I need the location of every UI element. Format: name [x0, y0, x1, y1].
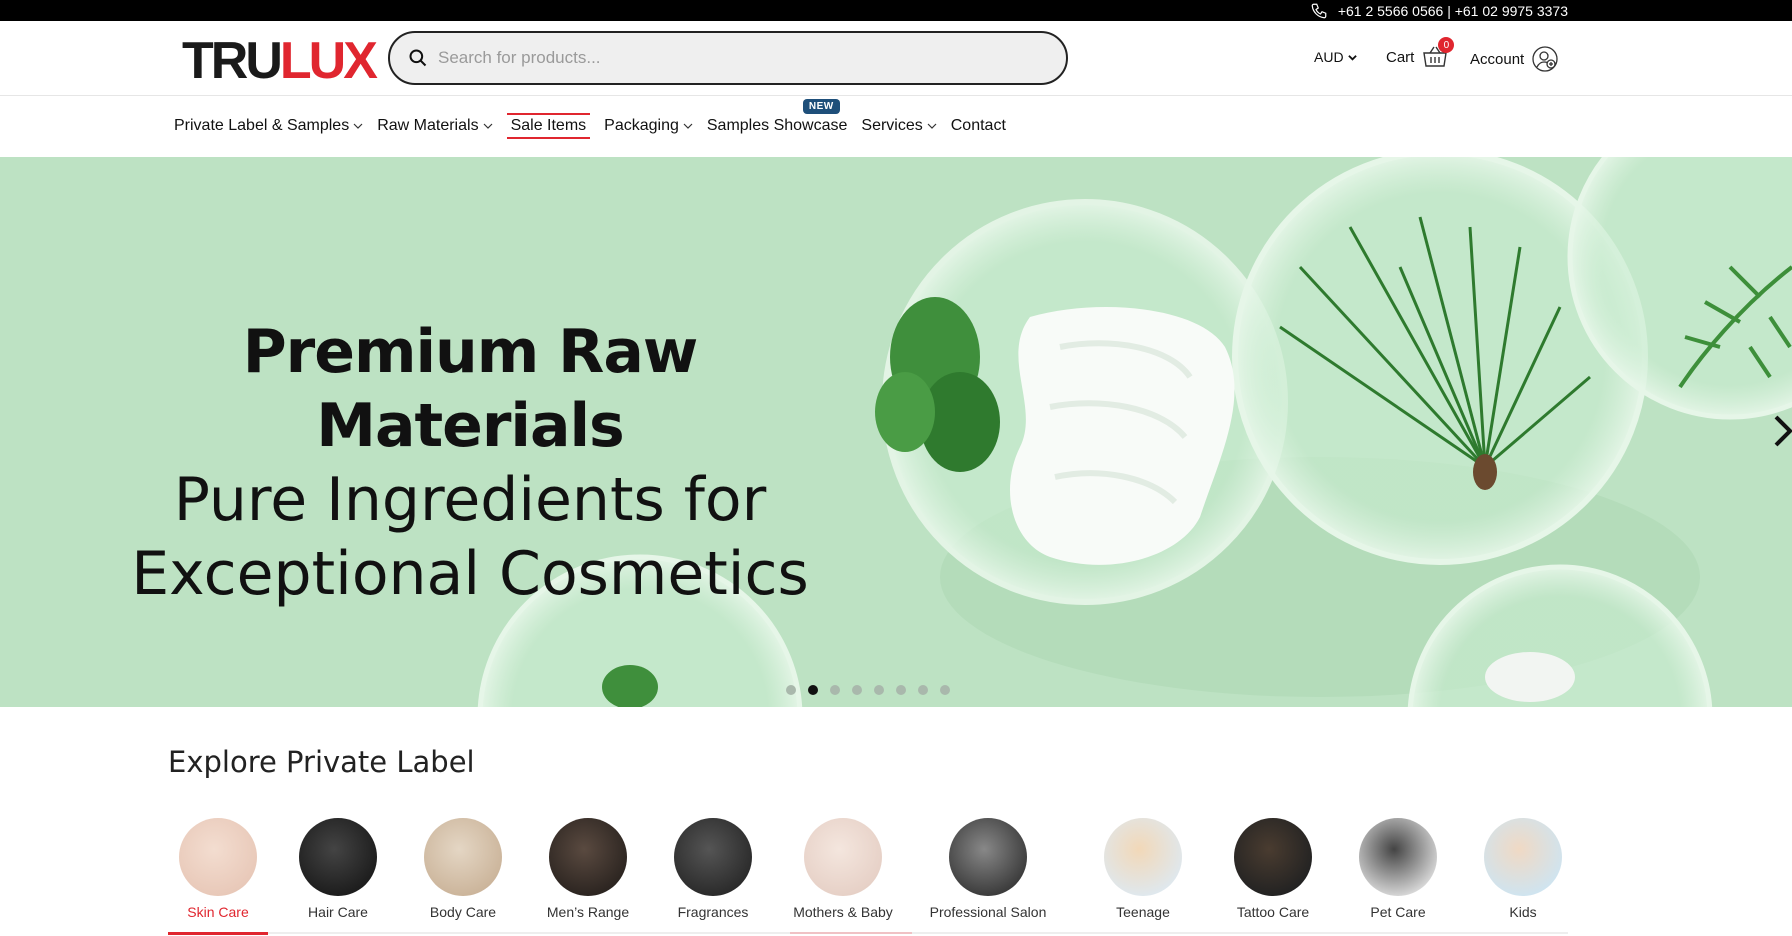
user-add-icon	[1532, 46, 1558, 72]
category-image	[1484, 818, 1562, 896]
nav-label: Raw Materials	[377, 117, 479, 134]
basket-icon: 0	[1422, 37, 1455, 69]
category-item[interactable]: Kids	[1468, 818, 1578, 920]
category-image	[549, 818, 627, 896]
nav-private-label[interactable]: Private Label & Samples	[174, 113, 363, 139]
category-label: Men’s Range	[546, 904, 630, 920]
category-item[interactable]: Pet Care	[1343, 818, 1453, 920]
slide-dot[interactable]	[918, 685, 928, 695]
hero-line3: Exceptional Cosmetics	[131, 539, 809, 609]
chevron-down-icon	[353, 123, 363, 129]
category-item[interactable]: Professional Salon	[913, 818, 1063, 920]
hero-line1: Premium Raw Materials	[242, 317, 699, 461]
slide-dot[interactable]	[852, 685, 862, 695]
category-item[interactable]: Teenage	[1088, 818, 1198, 920]
phone-icon	[1311, 3, 1327, 18]
slide-dot[interactable]	[874, 685, 884, 695]
site-header: TRULUX AUD Cart 0 Account	[0, 21, 1792, 96]
nav-packaging[interactable]: Packaging	[604, 113, 693, 139]
hover-indicator	[790, 932, 912, 934]
category-label: Fragrances	[677, 904, 749, 920]
cart-button[interactable]: Cart 0	[1386, 37, 1455, 69]
category-label: Body Care	[429, 904, 497, 920]
category-image	[1104, 818, 1182, 896]
category-image	[804, 818, 882, 896]
nav-label: Sale Items	[510, 117, 587, 134]
next-slide-arrow[interactable]	[1770, 407, 1792, 460]
slide-dots	[786, 685, 950, 695]
category-image	[1359, 818, 1437, 896]
cart-label: Cart	[1386, 48, 1415, 66]
category-image	[1234, 818, 1312, 896]
active-indicator	[168, 932, 268, 935]
nav-label: Private Label & Samples	[174, 117, 350, 134]
category-carousel: Skin Care Hair Care Body Care Men’s Range Fr…	[168, 818, 1568, 936]
category-item[interactable]: Men’s Range	[533, 818, 643, 920]
category-image	[949, 818, 1027, 896]
phone-numbers[interactable]: +61 2 5566 0566 | +61 02 9975 3373	[1310, 0, 1568, 21]
category-label: Teenage	[1116, 904, 1170, 920]
hero-headline: Premium Raw Materials Pure Ingredients f…	[100, 315, 840, 611]
cart-count-badge: 0	[1438, 37, 1455, 53]
nav-label: Samples Showcase	[706, 117, 848, 134]
chevron-down-icon	[483, 123, 492, 129]
category-image	[424, 818, 502, 896]
phone-text: +61 2 5566 0566 | +61 02 9975 3373	[1337, 2, 1568, 19]
search-input[interactable]	[438, 48, 998, 68]
nav-label: Contact	[950, 117, 1006, 134]
category-label: Tattoo Care	[1236, 904, 1310, 920]
hero-banner[interactable]: Premium Raw Materials Pure Ingredients f…	[0, 157, 1792, 707]
category-label: Pet Care	[1370, 904, 1426, 920]
logo-part1: TRU	[182, 32, 283, 90]
nav-samples-showcase[interactable]: NEW Samples Showcase	[706, 99, 848, 139]
category-item[interactable]: Skin Care	[163, 818, 273, 920]
category-image	[674, 818, 752, 896]
category-item[interactable]: Tattoo Care	[1218, 818, 1328, 920]
slide-dot[interactable]	[786, 685, 796, 695]
slide-dot[interactable]	[808, 685, 818, 695]
main-nav: Private Label & Samples Raw Materials Sa…	[174, 96, 1006, 156]
category-item[interactable]: Body Care	[408, 818, 518, 920]
slide-dot[interactable]	[896, 685, 906, 695]
nav-raw-materials[interactable]: Raw Materials	[377, 113, 492, 139]
search-icon[interactable]	[408, 48, 428, 68]
top-bar: +61 2 5566 0566 | +61 02 9975 3373	[0, 0, 1792, 21]
chevron-down-icon	[683, 123, 693, 129]
category-item[interactable]: Hair Care	[283, 818, 393, 920]
category-image	[299, 818, 377, 896]
category-label: Kids	[1509, 904, 1537, 920]
nav-contact[interactable]: Contact	[951, 113, 1006, 139]
category-item[interactable]: Mothers & Baby	[788, 818, 898, 920]
logo-part2: LUX	[279, 32, 378, 90]
currency-selector[interactable]: AUD	[1314, 49, 1357, 65]
category-underline	[168, 932, 1568, 935]
slide-dot[interactable]	[940, 685, 950, 695]
category-image	[179, 818, 257, 896]
nav-services[interactable]: Services	[861, 113, 937, 139]
hero-line2: Pure Ingredients for	[173, 465, 767, 535]
section-title: Explore Private Label	[168, 745, 475, 779]
logo[interactable]: TRULUX	[182, 31, 378, 91]
new-badge: NEW	[802, 99, 840, 114]
category-label: Hair Care	[308, 904, 368, 920]
category-label: Mothers & Baby	[793, 904, 893, 920]
category-label: Skin Care	[187, 904, 249, 920]
category-item[interactable]: Fragrances	[658, 818, 768, 920]
nav-sale-items[interactable]: Sale Items	[506, 113, 591, 139]
category-label: Professional Salon	[929, 904, 1047, 920]
account-button[interactable]: Account	[1470, 46, 1558, 72]
slide-dot[interactable]	[830, 685, 840, 695]
nav-label: Services	[861, 117, 923, 134]
currency-label: AUD	[1314, 49, 1344, 65]
search-bar	[388, 31, 1068, 85]
chevron-down-icon	[927, 123, 937, 129]
chevron-right-icon	[1774, 415, 1792, 447]
chevron-down-icon	[1347, 54, 1357, 61]
account-label: Account	[1470, 50, 1525, 68]
nav-label: Packaging	[604, 117, 679, 134]
